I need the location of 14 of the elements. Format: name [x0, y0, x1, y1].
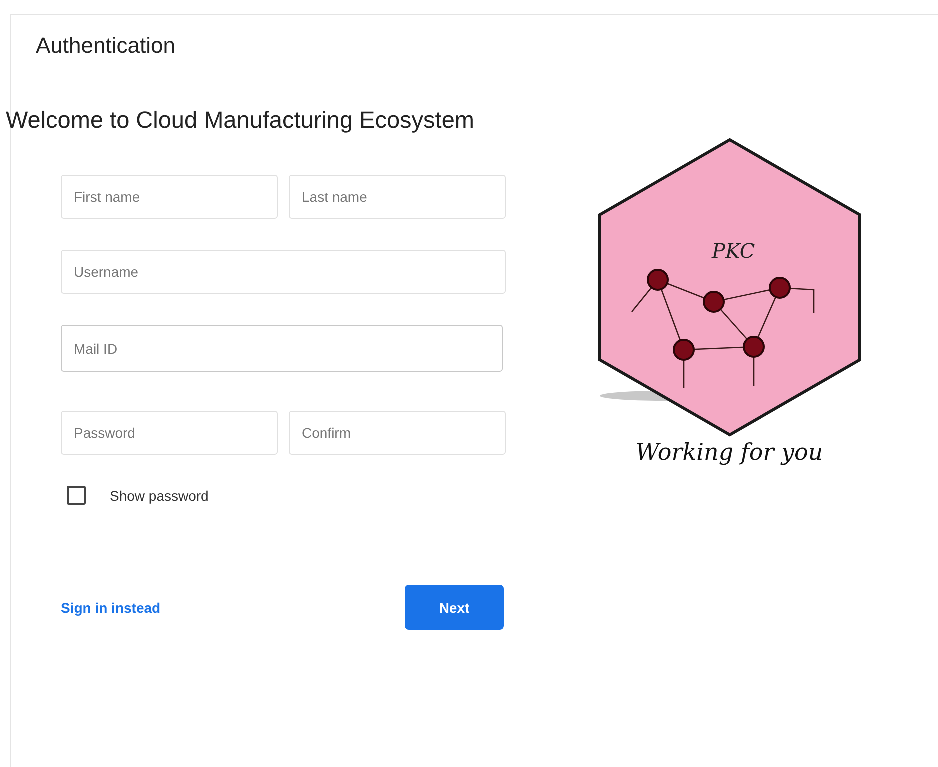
- input-field[interactable]: First name: [61, 175, 278, 219]
- input-field[interactable]: Password: [61, 411, 278, 455]
- next-button[interactable]: Next: [405, 585, 504, 630]
- checkbox[interactable]: [67, 486, 86, 505]
- welcome-heading: Welcome to Cloud Manufacturing Ecosystem: [6, 106, 474, 135]
- card-title: Authentication: [36, 32, 176, 60]
- input-field[interactable]: Mail ID: [61, 325, 503, 372]
- checkbox-label: Show password: [110, 488, 209, 504]
- logo-tagline: Working for you: [636, 440, 824, 466]
- logo-title: PKC: [712, 239, 756, 263]
- input-field[interactable]: Last name: [289, 175, 506, 219]
- input-field[interactable]: Confirm: [289, 411, 506, 455]
- sign-in-link[interactable]: Sign in instead: [61, 600, 161, 616]
- input-field[interactable]: Username: [61, 250, 506, 294]
